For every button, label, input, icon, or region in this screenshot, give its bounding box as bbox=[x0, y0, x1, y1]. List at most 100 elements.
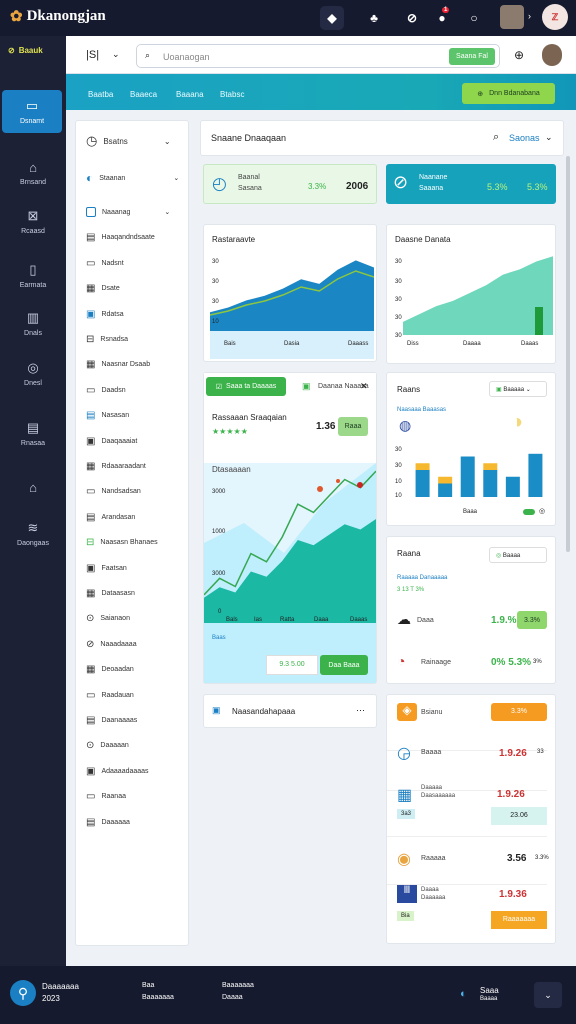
chevron-down-icon: ⌄ bbox=[164, 209, 171, 216]
profile-icon[interactable]: ℤ bbox=[542, 4, 568, 30]
chevron-down-icon[interactable]: ⌄ bbox=[534, 982, 562, 1008]
x-tick-1: Daaaa bbox=[463, 341, 481, 347]
nav-logo[interactable]: ⊘ Baauk bbox=[8, 46, 43, 55]
list-item-25[interactable]: ▭ Raanaa bbox=[86, 791, 126, 802]
list-item-1[interactable]: ◐ Staanan ⌄ bbox=[86, 171, 179, 185]
row-chip: 33 bbox=[537, 749, 544, 755]
circle-icon[interactable]: ○ bbox=[462, 6, 486, 30]
list-item-21[interactable]: ▭ Raadauan bbox=[86, 690, 134, 701]
chevron-down-icon: ⌄ bbox=[163, 136, 171, 146]
list-item-7[interactable]: ⊟ Rsnadsa bbox=[86, 334, 128, 345]
row-chip[interactable]: 3.3% bbox=[491, 703, 547, 721]
promo-button[interactable]: ☑ Saaa ta Daaaas bbox=[206, 377, 286, 396]
row-chip[interactable]: 23.06 bbox=[491, 807, 547, 825]
list-item-24[interactable]: ▣ Adaaaadaaaas bbox=[86, 766, 149, 777]
tabbar-action-button[interactable]: ⊕ Dnn Bdanabana bbox=[462, 83, 555, 104]
list-item-5[interactable]: ▦ Dsate bbox=[86, 283, 120, 294]
tab-2[interactable]: Baaana bbox=[176, 90, 204, 99]
list-item-0[interactable]: ◷ Bsatns ⌄ bbox=[86, 133, 171, 149]
search-input[interactable]: ⌕ Uoanaogan Saana Fal bbox=[136, 44, 500, 68]
shield-icon[interactable]: ◆ bbox=[320, 6, 344, 30]
nav-item-1[interactable]: ⌂ Brnsand bbox=[0, 160, 66, 186]
item-icon: ▭ bbox=[86, 384, 96, 396]
footer-col1b[interactable]: Baaaaaaa bbox=[142, 994, 174, 1001]
chevron-down-icon[interactable]: ⌄ bbox=[112, 49, 120, 60]
nav-item-3[interactable]: ▯ Earmata bbox=[0, 262, 66, 289]
nav-item-0[interactable]: ▭ Dsnamt bbox=[2, 90, 62, 133]
area-chart-right bbox=[403, 256, 553, 335]
row-value: 1.9.36 bbox=[499, 889, 527, 900]
footer-col2a[interactable]: Baaaaaaa bbox=[222, 982, 254, 989]
list-item-2[interactable]: Naaanag ⌄ bbox=[86, 207, 170, 217]
rating-chip[interactable]: Raaa bbox=[338, 417, 368, 436]
list-item-6[interactable]: ▣ Rdatsa bbox=[86, 309, 124, 320]
nav-item-8[interactable]: ≋ Daongaas bbox=[0, 520, 66, 547]
list-item-8[interactable]: ▦ Naasnar Dsaab bbox=[86, 359, 150, 370]
check-icon: ☑ bbox=[215, 383, 223, 391]
list-item-19[interactable]: ⊘ Naaadaaaa bbox=[86, 639, 137, 650]
avatar[interactable] bbox=[500, 5, 524, 29]
chevron-down-icon[interactable]: ⌄ bbox=[545, 132, 553, 143]
item-icon: ▦ bbox=[86, 283, 96, 295]
more-icon[interactable]: ⋯ bbox=[356, 705, 365, 716]
stat-title: Baanal bbox=[238, 174, 260, 181]
tab-1[interactable]: Baaeca bbox=[130, 90, 157, 99]
tab-3[interactable]: Btabsc bbox=[220, 90, 244, 99]
list-row-3[interactable]: ◉ Raaaaa 3.56 3.3% bbox=[387, 839, 549, 885]
foot-button[interactable]: Daa Baaa bbox=[320, 655, 368, 675]
kpi-row-chip[interactable]: 3.3% bbox=[517, 611, 547, 629]
list-item-20[interactable]: ▦ Deoaadan bbox=[86, 664, 134, 675]
nav-item-2[interactable]: ⊠ Rcaasd bbox=[0, 208, 66, 235]
x-tick-4: Daaas bbox=[350, 617, 368, 623]
scrollbar[interactable] bbox=[566, 156, 570, 552]
list-item-4[interactable]: ▭ Nadsnt bbox=[86, 258, 124, 269]
toggle-switch[interactable] bbox=[523, 509, 535, 515]
tab-0[interactable]: Baatba bbox=[88, 90, 113, 99]
list-item-18[interactable]: ⊙ Saianaon bbox=[86, 613, 130, 624]
list-item-12[interactable]: ▦ Rdaaaraadant bbox=[86, 461, 146, 472]
list-item-11[interactable]: ▣ Daaqaaaiat bbox=[86, 436, 137, 447]
list-item-22[interactable]: ▤ Daanaaaas bbox=[86, 715, 137, 726]
nav-item-4[interactable]: ▥ Dnals bbox=[0, 310, 66, 337]
list-item-17[interactable]: ▦ Dataasasn bbox=[86, 588, 135, 599]
stat-card-0[interactable]: ◴ Baanal Sasana 3.3% 2006 bbox=[203, 164, 377, 204]
row-button[interactable]: Raaaaaaa bbox=[491, 911, 547, 929]
list-item-9[interactable]: ▭ Daadsn bbox=[86, 385, 126, 396]
search-button[interactable]: Saana Fal bbox=[449, 48, 495, 65]
circle-icon[interactable]: ◎ bbox=[539, 507, 545, 515]
bell-icon[interactable]: ● 1 bbox=[430, 6, 454, 30]
bar-chart bbox=[415, 453, 543, 497]
cart-icon[interactable]: ♣ bbox=[362, 6, 386, 30]
content-action[interactable]: Saonas bbox=[509, 133, 540, 143]
nav-item-5[interactable]: ◎ Dnesl bbox=[0, 360, 66, 387]
list-row-2[interactable]: ▦ Daaaaa Daasaaaaaa 3a3 1.9.26 23.06 bbox=[387, 777, 547, 837]
list-item-14[interactable]: ▤ Arandasan bbox=[86, 512, 135, 523]
list-item-3[interactable]: ▤ Haaqandndsaate bbox=[86, 232, 155, 243]
add-icon[interactable]: ⊕ bbox=[514, 48, 524, 62]
footer-col2b[interactable]: Daaaa bbox=[222, 994, 243, 1001]
user-avatar[interactable] bbox=[542, 44, 562, 66]
checkbox-icon[interactable]: ▣ bbox=[302, 381, 311, 392]
list-item-16[interactable]: ▣ Faatsan bbox=[86, 563, 127, 574]
kpi-select[interactable]: ◎ Baaaa bbox=[489, 547, 547, 563]
search-icon[interactable]: ⌕ bbox=[493, 131, 499, 144]
close-icon[interactable]: ✕ bbox=[360, 381, 368, 392]
chevron-right-icon[interactable]: › bbox=[528, 11, 531, 21]
list-item-15[interactable]: ⊟ Naasasn Bhanaes bbox=[86, 537, 158, 548]
item-icon: ⊘ bbox=[86, 638, 95, 650]
circle-slash-icon: ⊘ bbox=[393, 172, 409, 192]
list-item-26[interactable]: ▤ Daaaaaa bbox=[86, 817, 130, 828]
list-row-4[interactable]: Ⅲ Daaaa Daaaaaa Bia 1.9.36 Raaaaaaa bbox=[387, 885, 547, 943]
chat-icon[interactable]: ⊘ bbox=[400, 6, 424, 30]
list-item-10[interactable]: ▤ Nasasan bbox=[86, 410, 129, 421]
footer-col1a[interactable]: Baa bbox=[142, 982, 154, 989]
nav-item-7[interactable]: ⌂ bbox=[0, 480, 66, 499]
list-item-13[interactable]: ▭ Nandsadsan bbox=[86, 486, 141, 497]
nav-item-6[interactable]: ▤ Rnasaa bbox=[0, 420, 66, 447]
view-toggle[interactable]: |S| bbox=[86, 49, 99, 61]
stat-card-1[interactable]: ⊘ Naanane Saaana 5.3% 5.3% bbox=[386, 164, 556, 204]
calendar-icon: ▤ bbox=[26, 420, 40, 435]
bar-select[interactable]: ▣ Baaaaa ⌄ bbox=[489, 381, 547, 397]
list-item-23[interactable]: ⊙ Daaaaan bbox=[86, 740, 129, 751]
app-brand[interactable]: ✿ Dkanongjan bbox=[10, 7, 106, 26]
